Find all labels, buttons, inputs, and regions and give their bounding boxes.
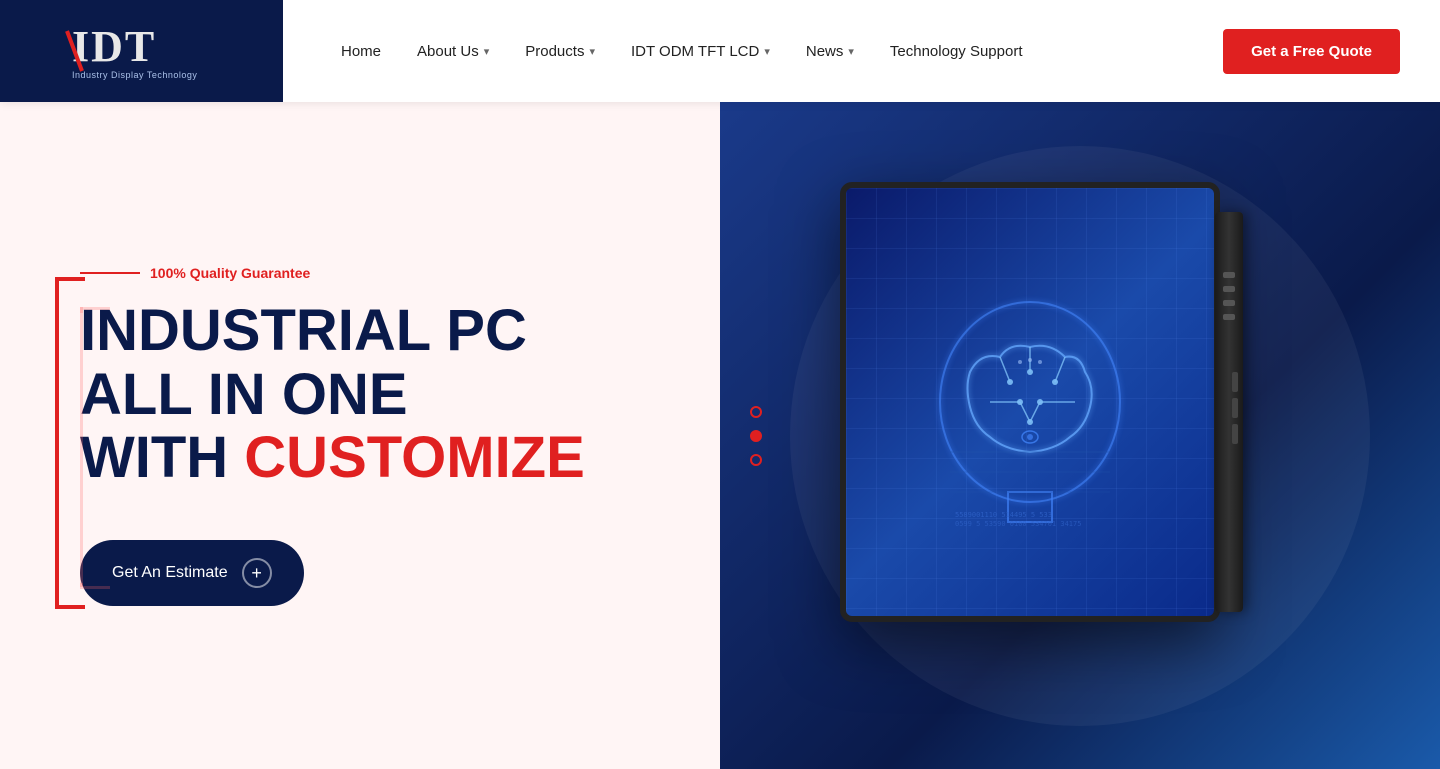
slide-dot-3[interactable] [750, 454, 762, 466]
nav-news[interactable]: News ▾ [788, 0, 872, 102]
quality-line-icon [80, 272, 140, 274]
get-estimate-button[interactable]: Get An Estimate + [80, 540, 304, 606]
hero-right: 5589001110 514495 5 533 0599 5 53590 010… [720, 102, 1440, 769]
hero-title-line3-prefix: WITH [80, 425, 244, 490]
nav-tech-support-label: Technology Support [890, 43, 1023, 60]
nav-home[interactable]: Home [323, 0, 399, 102]
plus-icon: + [242, 558, 272, 588]
slide-dots [750, 406, 762, 466]
estimate-label: Get An Estimate [112, 564, 228, 582]
port-1 [1223, 272, 1235, 278]
slide-dot-2[interactable] [750, 430, 762, 442]
svg-text:0599 5 53590 0100 534701 34175: 0599 5 53590 0100 534701 34175 [955, 520, 1081, 528]
nav-idt-odm-label: IDT ODM TFT LCD [631, 43, 759, 60]
nav-products-label: Products [525, 43, 584, 60]
get-quote-button[interactable]: Get a Free Quote [1223, 29, 1400, 74]
news-chevron-icon: ▾ [848, 45, 854, 58]
bracket-left [55, 277, 61, 607]
monitor-buttons [1232, 372, 1238, 444]
bracket-inner-bottom [80, 583, 110, 589]
hero-title: INDUSTRIAL PC ALL IN ONE WITH CUSTOMIZE [80, 299, 660, 490]
monitor-ports [1223, 272, 1235, 320]
monitor-front: 5589001110 514495 5 533 0599 5 53590 010… [840, 182, 1220, 622]
port-2 [1223, 286, 1235, 292]
hero-title-line1: INDUSTRIAL PC [80, 298, 527, 363]
bracket-inner-left [80, 307, 84, 587]
nav-home-label: Home [341, 43, 381, 60]
navbar: IDT Industry Display Technology Home Abo… [0, 0, 1440, 102]
nav-idt-odm[interactable]: IDT ODM TFT LCD ▾ [613, 0, 788, 102]
svg-text:Industry Display Technology: Industry Display Technology [72, 70, 197, 80]
mbutton-3 [1232, 424, 1238, 444]
monitor-screen: 5589001110 514495 5 533 0599 5 53590 010… [846, 188, 1214, 616]
hero-section: 100% Quality Guarantee INDUSTRIAL PC ALL… [0, 102, 1440, 769]
nav-news-label: News [806, 43, 844, 60]
products-chevron-icon: ▾ [589, 45, 595, 58]
nav-links: Home About Us ▾ Products ▾ IDT ODM TFT L… [283, 0, 1223, 102]
svg-text:IDT: IDT [72, 22, 156, 71]
cta-label: Get a Free Quote [1251, 43, 1372, 60]
mbutton-2 [1232, 398, 1238, 418]
odm-chevron-icon: ▾ [764, 45, 770, 58]
quality-badge: 100% Quality Guarantee [80, 265, 660, 281]
nav-tech-support[interactable]: Technology Support [872, 0, 1041, 102]
hero-title-line3-highlight: CUSTOMIZE [244, 425, 585, 490]
svg-text:5589001110 514495 5 533: 5589001110 514495 5 533 [955, 511, 1052, 519]
hero-title-line2: ALL IN ONE [80, 362, 408, 427]
logo-svg: IDT Industry Display Technology [62, 16, 222, 86]
logo-container[interactable]: IDT Industry Display Technology [0, 0, 283, 102]
mbutton-1 [1232, 372, 1238, 392]
port-3 [1223, 300, 1235, 306]
bracket-bottom [55, 603, 85, 609]
slide-dot-1[interactable] [750, 406, 762, 418]
nav-products[interactable]: Products ▾ [507, 0, 613, 102]
hero-left: 100% Quality Guarantee INDUSTRIAL PC ALL… [0, 102, 720, 769]
about-chevron-icon: ▾ [484, 45, 490, 58]
quality-text: 100% Quality Guarantee [150, 265, 310, 281]
port-4 [1223, 314, 1235, 320]
monitor-side [1215, 212, 1243, 612]
bracket-inner-top [80, 307, 110, 313]
nav-about[interactable]: About Us ▾ [399, 0, 507, 102]
nav-about-label: About Us [417, 43, 479, 60]
brain-display-icon: 5589001110 514495 5 533 0599 5 53590 010… [900, 272, 1160, 532]
